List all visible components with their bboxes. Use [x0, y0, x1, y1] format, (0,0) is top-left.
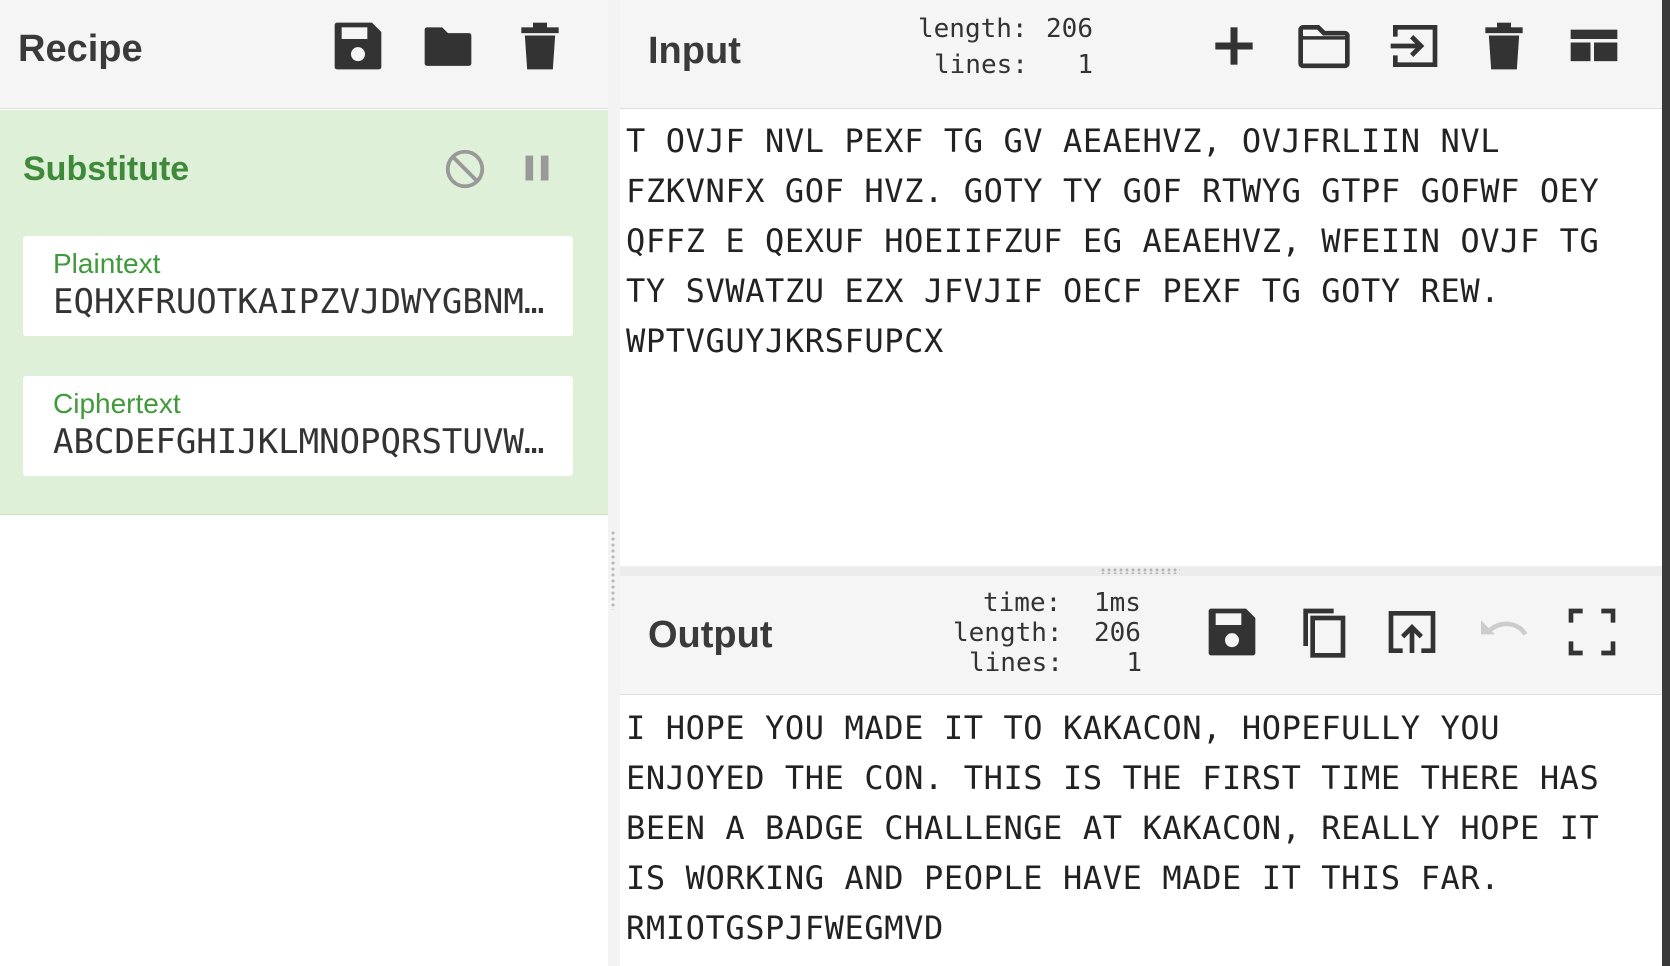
- input-length-label: length:: [918, 14, 1028, 44]
- save-recipe-icon[interactable]: [330, 18, 386, 74]
- recipe-title: Recipe: [18, 28, 143, 70]
- disable-icon[interactable]: [442, 146, 488, 192]
- ciphertext-field[interactable]: Ciphertext ABCDEFGHIJKLMNOPQRSTUVWXYZ: [23, 376, 573, 476]
- replace-input-icon[interactable]: [1384, 604, 1440, 660]
- operation-title: Substitute: [23, 150, 190, 188]
- plaintext-value[interactable]: EQHXFRUOTKAIPZVJDWYGBNMSCL: [53, 282, 553, 322]
- layout-icon[interactable]: [1566, 18, 1622, 74]
- vertical-splitter[interactable]: [608, 0, 620, 966]
- input-length-value: 206: [1046, 14, 1093, 44]
- input-title: Input: [648, 30, 741, 72]
- ciphertext-value[interactable]: ABCDEFGHIJKLMNOPQRSTUVWXYZ: [53, 422, 553, 462]
- load-recipe-folder-icon[interactable]: [420, 18, 476, 74]
- clear-input-trash-icon[interactable]: [1476, 18, 1532, 74]
- horizontal-splitter-grip[interactable]: [1100, 568, 1180, 574]
- output-title: Output: [648, 614, 773, 656]
- undo-icon: [1474, 604, 1530, 660]
- output-length-label: length:: [953, 618, 1063, 648]
- fullscreen-icon[interactable]: [1564, 604, 1620, 660]
- output-lines-label: lines:: [969, 648, 1063, 678]
- pause-icon[interactable]: [514, 146, 560, 192]
- import-file-icon[interactable]: [1386, 18, 1442, 74]
- output-textarea[interactable]: I HOPE YOU MADE IT TO KAKACON, HOPEFULLY…: [626, 703, 1656, 953]
- output-length-value: 206: [1094, 618, 1141, 648]
- clear-recipe-trash-icon[interactable]: [512, 18, 568, 74]
- output-time-value: 1ms: [1094, 588, 1141, 618]
- output-time-label: time:: [983, 588, 1062, 618]
- open-folder-icon[interactable]: [1296, 18, 1352, 74]
- copy-output-icon[interactable]: [1294, 604, 1350, 660]
- output-lines-value: 1: [1126, 648, 1142, 678]
- vertical-splitter-grip[interactable]: [611, 530, 615, 610]
- plaintext-label: Plaintext: [53, 248, 161, 279]
- window-edge: [1662, 0, 1670, 966]
- add-input-plus-icon[interactable]: [1206, 18, 1262, 74]
- input-textarea[interactable]: T OVJF NVL PEXF TG GV AEAEHVZ, OVJFRLIIN…: [626, 116, 1656, 366]
- input-lines-value: 1: [1077, 50, 1093, 80]
- save-output-icon[interactable]: [1204, 604, 1260, 660]
- plaintext-field[interactable]: Plaintext EQHXFRUOTKAIPZVJDWYGBNMSCL: [23, 236, 573, 336]
- input-lines-label: lines:: [934, 50, 1028, 80]
- ciphertext-label: Ciphertext: [53, 388, 181, 419]
